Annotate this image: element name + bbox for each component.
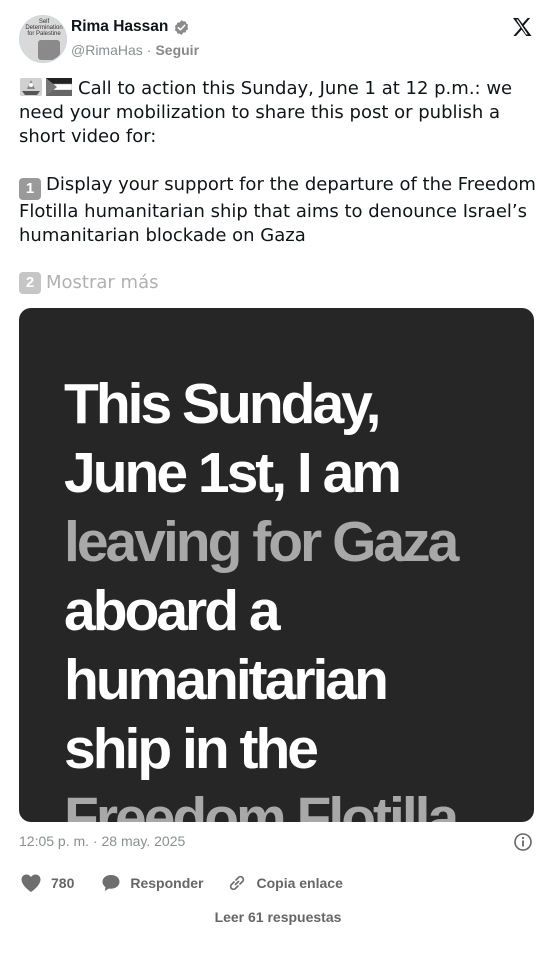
separator: ·: [146, 42, 152, 58]
author-handle-row: @RimaHas · Seguir: [71, 42, 199, 58]
ship-emoji: [20, 78, 42, 96]
tweet-point-1-text: Display your support for the departure o…: [19, 174, 542, 246]
like-count: 780: [51, 875, 75, 891]
avatar-photo: [38, 40, 60, 60]
show-more-row: 2 Mostrar más: [19, 271, 158, 295]
speech-bubble-icon: [102, 875, 120, 891]
author-name-row: Rima Hassan: [71, 18, 190, 36]
keycap-1-emoji: 1: [19, 178, 41, 200]
media-line: humanitarian: [64, 648, 389, 712]
reply-label: Responder: [130, 875, 204, 891]
copy-link-button[interactable]: Copia enlace: [227, 873, 343, 893]
heart-icon: [21, 874, 41, 892]
link-icon: [230, 875, 245, 891]
tweet-media-image[interactable]: This Sunday, June 1st, I am leaving for …: [19, 308, 534, 822]
author-name[interactable]: Rima Hassan: [71, 18, 168, 36]
media-line: aboard a: [64, 579, 281, 643]
copy-link-label: Copia enlace: [256, 875, 343, 891]
tweet-paragraph-1-text: Call to action this Sunday, June 1 at 12…: [19, 78, 518, 147]
action-bar: 780 Responder Copia enlace: [20, 872, 343, 894]
media-line: ship in the: [64, 717, 319, 781]
media-line-highlight: Freedom Flotilla: [64, 786, 459, 822]
x-logo-icon[interactable]: [510, 15, 534, 39]
avatar-text: Self Determination for Palestine: [25, 19, 63, 37]
info-icon[interactable]: [513, 832, 533, 852]
media-line: This Sunday,: [64, 372, 382, 436]
media-line: June 1st, I am: [64, 441, 402, 505]
avatar[interactable]: Self Determination for Palestine: [19, 15, 67, 63]
read-replies-link[interactable]: Leer 61 respuestas: [0, 909, 556, 925]
reply-button[interactable]: Responder: [101, 873, 203, 893]
follow-button[interactable]: Seguir: [155, 42, 199, 58]
like-button[interactable]: 780: [20, 873, 74, 893]
keycap-2-emoji: 2: [19, 272, 41, 294]
emoji-group: [19, 77, 72, 97]
tweet-body: Call to action this Sunday, June 1 at 12…: [19, 77, 539, 272]
show-more-link[interactable]: Mostrar más: [46, 271, 158, 295]
palestine-flag-emoji: [46, 78, 72, 96]
verified-badge-icon: [173, 19, 190, 36]
tweet-point-1: 1 Display your support for the departure …: [19, 173, 539, 248]
tweet-paragraph-1: Call to action this Sunday, June 1 at 12…: [19, 77, 539, 149]
tweet-timestamp[interactable]: 12:05 p. m. · 28 may. 2025: [19, 833, 185, 849]
media-text: This Sunday, June 1st, I am leaving for …: [64, 370, 524, 822]
author-handle[interactable]: @RimaHas: [71, 42, 143, 58]
media-line-highlight: leaving for Gaza: [64, 510, 459, 574]
